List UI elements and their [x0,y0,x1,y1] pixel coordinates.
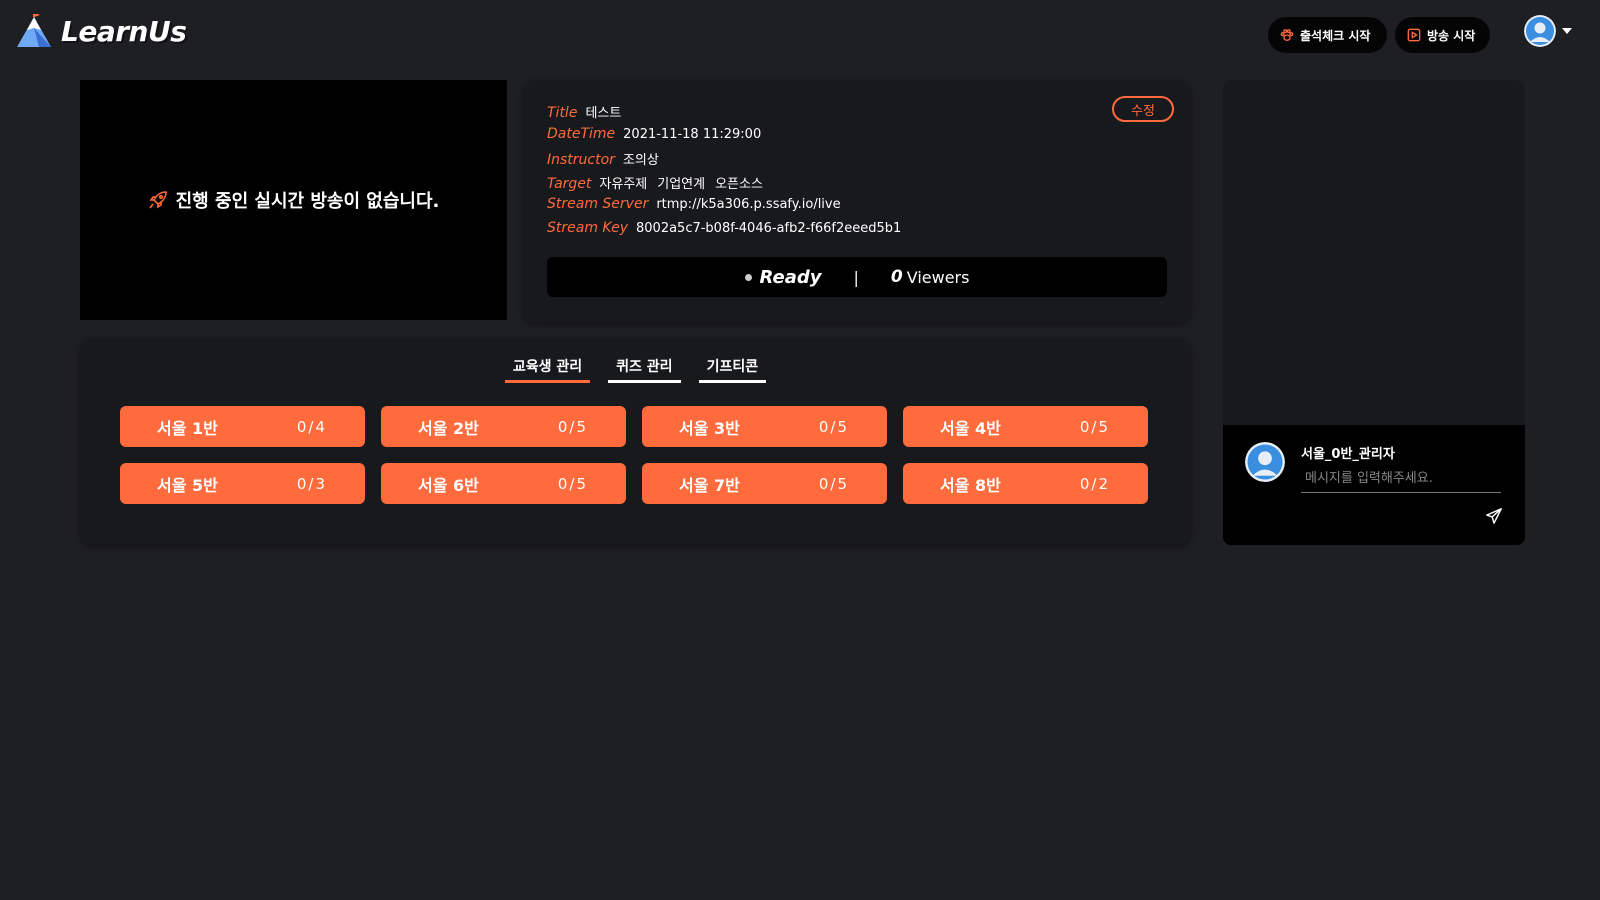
class-button[interactable]: 서울 5반 0/3 [120,463,365,504]
class-button[interactable]: 서울 3반 0/5 [642,406,887,447]
profile-menu[interactable] [1524,15,1572,47]
attendance-start-label: 출석체크 시작 [1300,28,1371,43]
send-icon[interactable] [1485,507,1503,525]
mountain-logo-icon [15,14,53,48]
stream-server-key: Stream Server [547,196,649,212]
class-name: 서울 5반 [157,475,218,495]
chat-message-input[interactable] [1301,465,1501,493]
class-count: 0/3 [296,474,327,493]
class-grid: 서울 1반 0/4 서울 2반 0/5 서울 3반 0/5 서울 4반 0/5 … [120,406,1148,504]
class-count: 0/5 [818,417,849,436]
class-count: 0/5 [818,474,849,493]
info-row-target: Target 자유주제 기업연계 오픈소스 [547,173,901,197]
class-button[interactable]: 서울 7반 0/5 [642,463,887,504]
rocket-icon [148,190,168,210]
class-count: 0/5 [557,474,588,493]
tab-quiz-management[interactable]: 퀴즈 관리 [608,356,681,383]
stream-key-key: Stream Key [547,219,628,236]
play-square-icon [1407,28,1421,42]
info-row-server: Stream Server rtmp://k5a306.p.ssafy.io/l… [547,196,901,220]
stream-info-panel: 수정 Title 테스트 DateTime 2021-11-18 11:29:0… [523,80,1191,323]
class-button[interactable]: 서울 6반 0/5 [381,463,626,504]
status-state: Ready [759,266,822,288]
class-count: 0/5 [557,417,588,436]
class-name: 서울 6반 [418,475,479,495]
instructor-value: 조의상 [622,153,659,168]
chat-compose: 서울_0반_관리자 [1223,425,1525,545]
title-value: 테스트 [585,106,622,121]
chat-username: 서울_0반_관리자 [1301,447,1395,462]
class-button[interactable]: 서울 2반 0/5 [381,406,626,447]
broadcast-start-button[interactable]: 방송 시작 [1395,17,1490,53]
chat-user-avatar-icon [1245,442,1285,482]
target-tag: 자유주제 [599,176,648,192]
logo-text: LearnUs [61,14,187,48]
target-tag: 오픈소스 [715,176,763,192]
tab-trainee-management[interactable]: 교육생 관리 [504,356,591,383]
stream-status-bar: Ready | 0 Viewers [547,257,1167,297]
class-button[interactable]: 서울 8반 0/2 [903,463,1148,504]
attendance-start-button[interactable]: 출석체크 시작 [1268,17,1387,53]
class-name: 서울 7반 [679,475,740,495]
info-row-key: Stream Key 8002a5c7-b08f-4046-afb2-f66f2… [547,220,901,244]
instructor-key: Instructor [547,152,615,168]
class-name: 서울 3반 [679,418,740,438]
viewers-label: Viewers [906,267,970,287]
management-panel: 교육생 관리 퀴즈 관리 기프티콘 서울 1반 0/4 서울 2반 0/5 서울… [80,338,1191,545]
info-row-datetime: DateTime 2021-11-18 11:29:00 [547,126,901,150]
paw-icon [1280,28,1294,42]
edit-button[interactable]: 수정 [1112,96,1174,122]
viewer-count: 0 [890,267,903,287]
class-name: 서울 4반 [940,418,1001,438]
status-dot-icon [744,273,752,281]
class-count: 0/4 [296,417,327,436]
info-row-instructor: Instructor 조의상 [547,149,901,173]
no-stream-message: 진행 중인 실시간 방송이 없습니다. [175,191,440,212]
user-avatar-icon [1524,15,1556,47]
app-logo[interactable]: LearnUs [15,14,187,48]
status-separator: | [853,267,859,287]
class-count: 0/5 [1079,417,1110,436]
class-count: 0/2 [1079,474,1110,493]
chevron-down-icon[interactable] [1562,28,1572,34]
target-tag: 기업연계 [657,176,706,192]
broadcast-start-label: 방송 시작 [1427,28,1476,43]
chat-messages-area[interactable] [1223,80,1525,425]
target-key: Target [547,175,592,192]
stream-server-value: rtmp://k5a306.p.ssafy.io/live [656,197,841,212]
tab-gifticon[interactable]: 기프티콘 [698,356,767,383]
datetime-value: 2021-11-18 11:29:00 [623,126,762,142]
class-button[interactable]: 서울 4반 0/5 [903,406,1148,447]
class-name: 서울 8반 [940,475,1001,495]
class-name: 서울 2반 [418,418,479,438]
class-button[interactable]: 서울 1반 0/4 [120,406,365,447]
management-tabs: 교육생 관리 퀴즈 관리 기프티콘 [80,356,1191,383]
title-key: Title [547,105,578,121]
video-player[interactable]: 진행 중인 실시간 방송이 없습니다. [80,80,507,320]
stream-key-value: 8002a5c7-b08f-4046-afb2-f66f2eeed5b1 [636,220,902,236]
info-row-title: Title 테스트 [547,102,901,126]
class-name: 서울 1반 [157,418,218,438]
datetime-key: DateTime [547,125,616,142]
